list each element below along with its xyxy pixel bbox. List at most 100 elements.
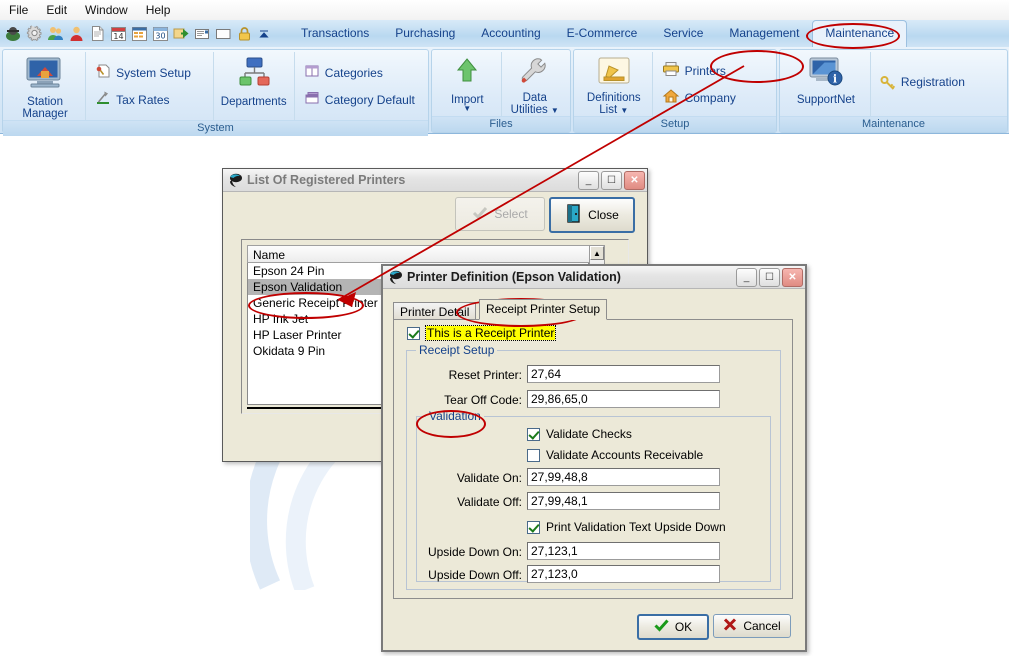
chevron-down-icon[interactable]: ▼ (551, 106, 559, 115)
registration-key-icon (880, 75, 896, 94)
is-receipt-printer-row[interactable]: This is a Receipt Printer (407, 325, 557, 341)
validate-accounts-receivable-checkbox[interactable] (527, 448, 540, 462)
ribbon-button-registration[interactable]: Registration (876, 71, 1000, 98)
validate-checks-checkbox[interactable] (527, 427, 540, 441)
ribbon-subgroup-categories: Categories Category Default (295, 52, 426, 120)
ribbon-group-files: Import ▼ Data Utilities ▼ Files (431, 49, 571, 133)
menu-item-file[interactable]: File (0, 1, 37, 19)
folder-icon[interactable] (215, 25, 232, 42)
validate-checks-row[interactable]: Validate Checks (527, 427, 632, 441)
maximize-icon[interactable]: ☐ (759, 267, 780, 287)
lock-icon[interactable] (236, 25, 253, 42)
ribbon-button-categories[interactable]: Categories (300, 59, 421, 86)
upside-down-off-field[interactable]: 27,123,0 (527, 565, 720, 583)
tab-receipt-printer-setup[interactable]: Receipt Printer Setup (479, 299, 608, 320)
ribbon-button-label: Company (684, 90, 736, 105)
quick-access-toolbar: 14 30 (0, 20, 274, 47)
calendar-icon[interactable]: 14 (110, 25, 127, 42)
ribbon-subgroup-setup-links: Printers Company (653, 52, 774, 116)
ribbon-button-label: Station Manager (22, 96, 68, 120)
ribbon-button-tax-rates[interactable]: Tax Rates (91, 86, 207, 113)
close-icon[interactable]: ✕ (782, 267, 803, 287)
ribbon-tab-transactions[interactable]: Transactions (288, 20, 382, 47)
ribbon-button-departments[interactable]: Departments (214, 52, 295, 120)
ribbon-button-label: Definitions List ▼ (586, 92, 641, 116)
email-icon[interactable] (194, 25, 211, 42)
export-arrow-icon[interactable] (173, 25, 190, 42)
minimize-icon[interactable]: _ (578, 170, 599, 190)
ribbon-button-definitions-list[interactable]: Definitions List ▼ (576, 52, 653, 116)
check-icon (472, 206, 488, 223)
users-group-icon[interactable] (47, 25, 64, 42)
scroll-up-icon[interactable]: ▲ (590, 246, 604, 260)
ribbon-group-maintenance: i SupportNet Registration Maintenance (779, 49, 1008, 133)
close-icon[interactable]: ✕ (624, 170, 645, 190)
ribbon-button-system-setup[interactable]: System Setup (91, 59, 207, 86)
chevron-down-icon[interactable]: ▼ (463, 105, 471, 113)
printers-list-column-header[interactable]: Name (247, 245, 591, 263)
ribbon-tab-ecommerce[interactable]: E-Commerce (554, 20, 651, 47)
maximize-icon[interactable]: ☐ (601, 170, 622, 190)
ribbon-tab-purchasing[interactable]: Purchasing (382, 20, 468, 47)
menu-item-edit[interactable]: Edit (37, 1, 76, 19)
ribbon-button-data-utilities[interactable]: Data Utilities ▼ (502, 52, 569, 116)
menu-bar: File Edit Window Help (0, 0, 1009, 21)
chevron-down-icon[interactable]: ▼ (620, 106, 628, 115)
station-manager-icon (25, 56, 65, 93)
ribbon-button-label: Tax Rates (116, 92, 170, 107)
upside-down-on-field[interactable]: 27,123,1 (527, 542, 720, 560)
ribbon-group-label: Files (432, 116, 570, 132)
ribbon-button-category-default[interactable]: Category Default (300, 86, 421, 113)
validate-off-field[interactable]: 27,99,48,1 (527, 492, 720, 510)
ribbon-button-label: Departments (220, 96, 287, 108)
svg-text:14: 14 (113, 32, 123, 41)
check-icon (654, 619, 669, 635)
ribbon-tab-service[interactable]: Service (650, 20, 716, 47)
ribbon-group-system: Station Manager System Setup Tax Rates D… (2, 49, 429, 136)
select-button[interactable]: Select (455, 197, 545, 231)
calendar-30-icon[interactable]: 30 (152, 25, 169, 42)
is-receipt-printer-label: This is a Receipt Printer (424, 325, 557, 341)
tab-printer-detail[interactable]: Printer Detail (393, 302, 477, 320)
printer-definition-titlebar[interactable]: Printer Definition (Epson Validation) _ … (383, 266, 805, 289)
spreadsheet-icon[interactable] (131, 25, 148, 42)
printers-window-titlebar[interactable]: List Of Registered Printers _ ☐ ✕ (223, 169, 647, 192)
settings-gear-icon[interactable] (26, 25, 43, 42)
ribbon-button-import[interactable]: Import ▼ (434, 52, 502, 116)
menu-item-help[interactable]: Help (137, 1, 180, 19)
receipt-setup-group-label: Receipt Setup (416, 343, 498, 357)
overflow-chevron-icon[interactable] (257, 25, 274, 42)
is-receipt-printer-checkbox[interactable] (407, 326, 420, 340)
ribbon-tab-accounting[interactable]: Accounting (468, 20, 553, 47)
validate-accounts-receivable-row[interactable]: Validate Accounts Receivable (527, 448, 703, 462)
validate-on-label: Validate On: (456, 471, 522, 485)
print-validation-upside-down-checkbox[interactable] (527, 520, 540, 534)
reset-printer-field[interactable]: 27,64 (527, 365, 720, 383)
ok-button[interactable]: OK (637, 614, 709, 640)
ribbon-button-company[interactable]: Company (658, 84, 769, 111)
ribbon-button-printers[interactable]: Printers (658, 57, 769, 84)
station-manager-icon[interactable] (5, 25, 22, 42)
print-validation-upside-down-row[interactable]: Print Validation Text Upside Down (527, 520, 726, 534)
ribbon-button-station-manager[interactable]: Station Manager (5, 52, 87, 120)
user-icon[interactable] (68, 25, 85, 42)
data-utilities-wrench-icon (518, 56, 552, 89)
tear-off-code-field[interactable]: 29,86,65,0 (527, 390, 720, 408)
close-button[interactable]: Close (549, 197, 635, 233)
validate-on-field[interactable]: 27,99,48,8 (527, 468, 720, 486)
app-logo-icon (227, 173, 243, 188)
menu-item-window[interactable]: Window (76, 1, 137, 19)
validate-off-label: Validate Off: (457, 495, 522, 509)
svg-text:30: 30 (155, 32, 165, 41)
ribbon-button-label: SupportNet (796, 94, 856, 106)
cancel-button[interactable]: Cancel (713, 614, 791, 638)
document-icon[interactable] (89, 25, 106, 42)
ribbon-tab-management[interactable]: Management (716, 20, 812, 47)
ribbon-tab-maintenance[interactable]: Maintenance (812, 20, 908, 47)
upside-down-off-label: Upside Down Off: (428, 568, 522, 582)
app-logo-icon (387, 270, 403, 285)
definitions-list-pencil-icon (596, 56, 632, 89)
minimize-icon[interactable]: _ (736, 267, 757, 287)
print-validation-upside-down-label: Print Validation Text Upside Down (546, 520, 726, 534)
ribbon-button-supportnet[interactable]: i SupportNet (782, 52, 871, 116)
